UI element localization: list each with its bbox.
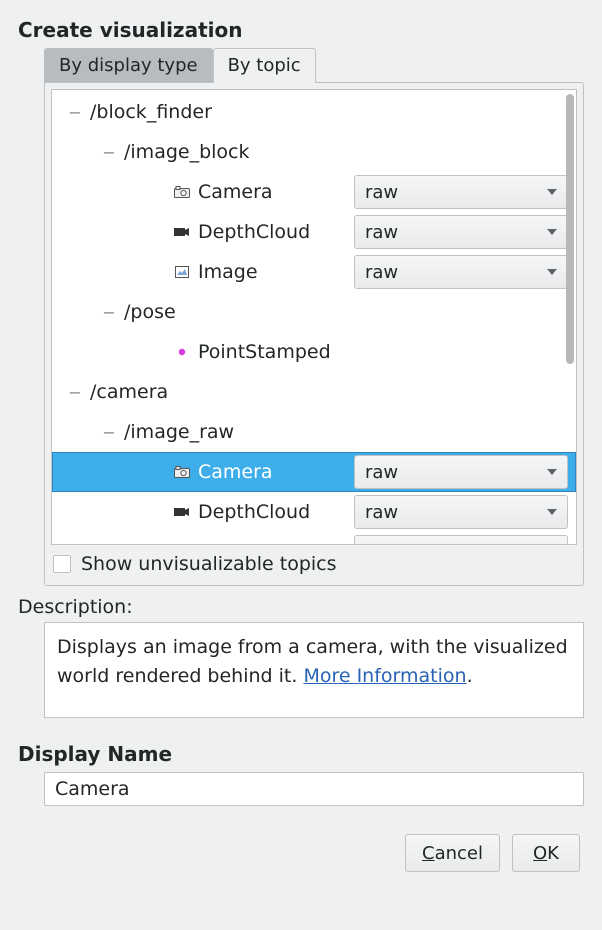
tree-node-image-block[interactable]: − /image_block [52,132,576,172]
tree-node-camera[interactable]: Camera raw [52,172,576,212]
tree-label: /pose [124,301,176,323]
combo-value: raw [365,182,539,203]
transport-combo[interactable]: raw [354,535,568,545]
camera-icon [172,462,192,482]
scrollbar-thumb[interactable] [566,94,574,364]
chevron-down-icon [547,269,557,275]
tab-by-topic[interactable]: By topic [213,48,316,83]
show-unvisualizable-label: Show unvisualizable topics [81,553,337,575]
tree-node-camera-topic[interactable]: − /camera [52,372,576,412]
combo-value: raw [365,222,539,243]
dialog-footer: Cancel OK [18,834,584,872]
show-unvisualizable-row: Show unvisualizable topics [51,545,577,579]
tree-node-camera-selected[interactable]: Camera raw [52,452,576,492]
tree-node-pointstamped[interactable]: PointStamped [52,332,576,372]
ok-button[interactable]: OK [512,834,580,872]
expander-icon[interactable]: − [66,383,84,402]
more-information-link[interactable]: More Information [303,665,466,687]
cancel-button[interactable]: Cancel [405,834,500,872]
combo-value: raw [365,542,539,546]
tree-node-image-raw[interactable]: − /image_raw [52,412,576,452]
tree-label: /block_finder [90,101,212,123]
display-name-value: Camera [55,778,130,800]
tree-label: PointStamped [198,341,331,363]
description-label: Description: [18,596,584,618]
chevron-down-icon [547,189,557,195]
display-name-input[interactable]: Camera [44,772,584,806]
tabs-area: By display type By topic − /block_finder [44,48,584,586]
tree-node-pose[interactable]: − /pose [52,292,576,332]
tree-label: /image_block [124,141,250,163]
dialog-title: Create visualization [18,18,584,42]
chevron-down-icon [547,229,557,235]
expander-icon[interactable]: − [100,143,118,162]
transport-combo[interactable]: raw [354,455,568,489]
image-icon [172,542,192,545]
expander-icon[interactable]: − [66,103,84,122]
topic-tree[interactable]: − /block_finder − /image_block [51,89,577,545]
expander-icon[interactable]: − [100,423,118,442]
camera-icon [172,182,192,202]
ok-rest: K [547,843,559,864]
chevron-down-icon [547,469,557,475]
tree-node-image[interactable]: Image raw [52,252,576,292]
show-unvisualizable-checkbox[interactable] [53,555,71,573]
tree-label: Image [198,261,258,283]
transport-combo[interactable]: raw [354,175,568,209]
tree-label: Camera [198,461,273,483]
expander-icon[interactable]: − [100,303,118,322]
tree-node-block-finder[interactable]: − /block_finder [52,92,576,132]
display-name-label: Display Name [18,742,584,766]
tab-by-display-type[interactable]: By display type [44,48,213,82]
transport-combo[interactable]: raw [354,255,568,289]
depthcloud-icon [172,222,192,242]
create-visualization-dialog: Create visualization By display type By … [0,0,602,884]
tab-bar: By display type By topic [44,48,584,82]
transport-combo[interactable]: raw [354,495,568,529]
tab-content: − /block_finder − /image_block [44,82,584,586]
description-dot: . [467,665,473,687]
combo-value: raw [365,462,539,483]
tree-node-image[interactable]: Image raw [52,532,576,545]
tree-label: /camera [90,381,168,403]
tree-label: Image [198,541,258,545]
tree-node-depthcloud[interactable]: DepthCloud raw [52,492,576,532]
cancel-rest: ancel [435,843,483,864]
tree-node-depthcloud[interactable]: DepthCloud raw [52,212,576,252]
point-icon [172,342,192,362]
tree-label: DepthCloud [198,221,310,243]
tree-label: DepthCloud [198,501,310,523]
chevron-down-icon [547,509,557,515]
description-box: Displays an image from a camera, with th… [44,622,584,718]
combo-value: raw [365,502,539,523]
transport-combo[interactable]: raw [354,215,568,249]
ok-accel: O [533,843,547,864]
tree-label: /image_raw [124,421,234,443]
depthcloud-icon [172,502,192,522]
tree-label: Camera [198,181,273,203]
image-icon [172,262,192,282]
combo-value: raw [365,262,539,283]
cancel-accel: C [422,843,435,864]
